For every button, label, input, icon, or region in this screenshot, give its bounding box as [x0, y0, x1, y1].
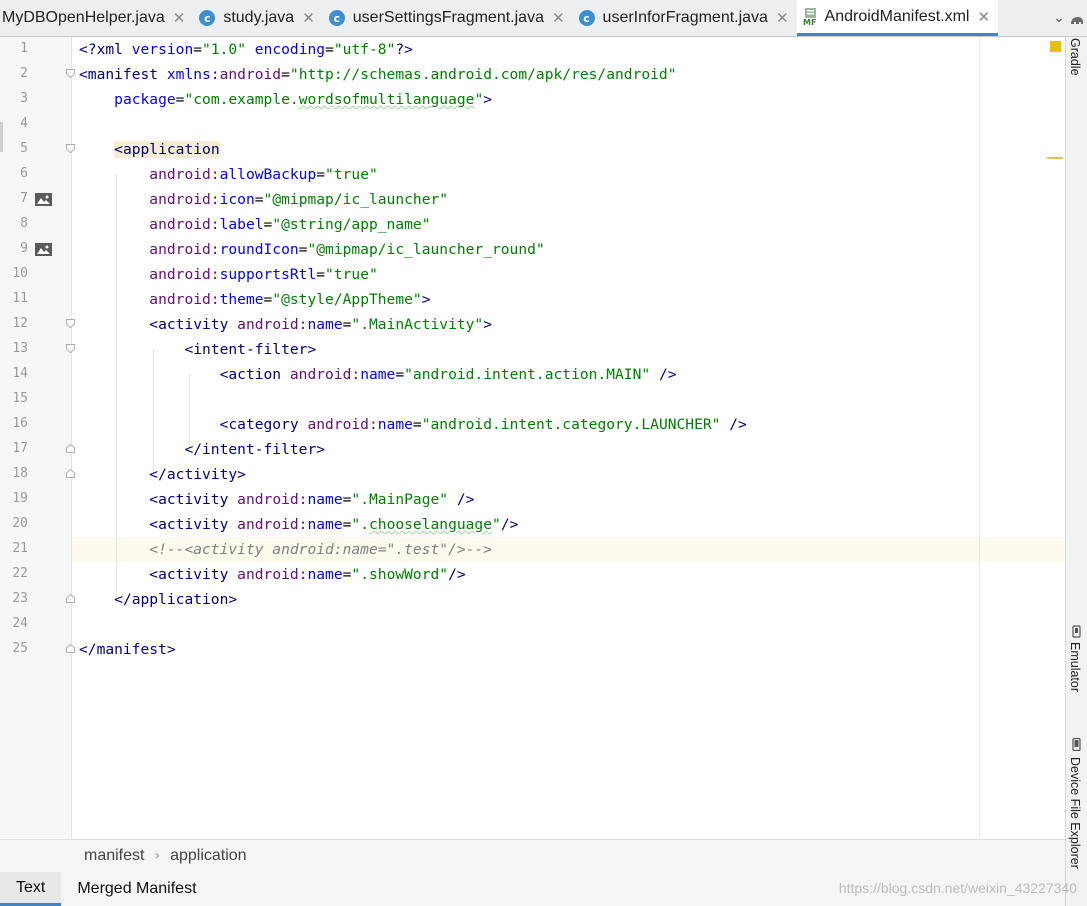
tab-label: MyDBOpenHelper.java — [2, 9, 165, 26]
code-line-1: <?xml version="1.0" encoding="utf-8"?> — [79, 41, 413, 58]
line-number: 14 — [12, 366, 28, 381]
line-number: 7 — [20, 191, 28, 206]
breadcrumb-item-application[interactable]: application — [170, 847, 247, 865]
line-number: 19 — [12, 491, 28, 506]
code-line-23: </application> — [114, 591, 238, 608]
tab-mydbopenhelper[interactable]: MyDBOpenHelper.java ✕ — [0, 0, 193, 36]
line-number: 25 — [12, 641, 28, 656]
emulator-icon[interactable] — [1070, 625, 1083, 638]
warning-stripe-marker[interactable] — [1047, 157, 1063, 159]
tab-usersettingsfragment[interactable]: c userSettingsFragment.java ✕ — [323, 0, 573, 36]
line-number: 18 — [12, 466, 28, 481]
tab-label: userInforFragment.java — [602, 9, 768, 26]
line-number: 13 — [12, 341, 28, 356]
tab-study[interactable]: c study.java ✕ — [193, 0, 322, 36]
breadcrumb: manifest › application — [0, 839, 1065, 872]
java-class-icon: c — [578, 10, 595, 26]
code-line-16: <category android:name="android.intent.c… — [219, 416, 747, 433]
line-number: 12 — [12, 316, 28, 331]
close-icon[interactable]: ✕ — [776, 9, 789, 27]
tab-label: study.java — [223, 9, 295, 26]
code-line-12: <activity android:name=".MainActivity"> — [149, 316, 493, 333]
breadcrumb-separator: › — [154, 848, 161, 864]
close-icon[interactable]: ✕ — [977, 8, 990, 26]
code-line-11: android:theme="@style/AppTheme"> — [149, 291, 431, 308]
line-number: 17 — [12, 441, 28, 456]
close-icon[interactable]: ✕ — [302, 9, 315, 27]
code-line-14: <action android:name="android.intent.act… — [219, 366, 677, 383]
tab-androidmanifest[interactable]: MF AndroidManifest.xml ✕ — [796, 0, 999, 36]
code-line-6: android:allowBackup="true" — [149, 166, 378, 183]
watermark: https://blog.csdn.net/weixin_43227340 — [838, 880, 1077, 896]
tab-label: userSettingsFragment.java — [352, 9, 544, 26]
close-icon[interactable]: ✕ — [173, 9, 186, 27]
line-number: 2 — [20, 66, 28, 81]
code-line-18: </activity> — [149, 466, 246, 483]
code-line-25: </manifest> — [79, 641, 176, 658]
breadcrumb-item-manifest[interactable]: manifest — [84, 847, 144, 865]
image-preview-icon[interactable] — [35, 193, 52, 206]
image-preview-icon[interactable] — [35, 243, 52, 256]
code-line-10: android:supportsRtl="true" — [149, 266, 378, 283]
editor-tab-bar: MyDBOpenHelper.java ✕ c study.java ✕ c u… — [0, 0, 1087, 37]
code-line-19: <activity android:name=".MainPage" /> — [149, 491, 475, 508]
code-line-2: <manifest xmlns:android="http://schemas.… — [79, 66, 677, 83]
code-line-8: android:label="@string/app_name" — [149, 216, 431, 233]
tab-label: AndroidManifest.xml — [824, 7, 970, 25]
device-file-explorer-icon[interactable] — [1070, 738, 1083, 751]
java-class-icon: c — [328, 10, 345, 26]
line-number: 21 — [12, 541, 28, 556]
manifest-icon-text: MF — [803, 18, 816, 26]
line-number: 4 — [20, 116, 28, 131]
line-number: 1 — [20, 41, 28, 56]
line-number: 8 — [20, 216, 28, 231]
line-number: 11 — [12, 291, 28, 306]
close-icon[interactable]: ✕ — [552, 9, 565, 27]
code-editor[interactable]: <?xml version="1.0" encoding="utf-8"?> <… — [72, 37, 1065, 839]
line-number: 20 — [12, 516, 28, 531]
line-number: 22 — [12, 566, 28, 581]
line-number: 10 — [12, 266, 28, 281]
code-line-5: <application — [114, 141, 220, 158]
line-number: 9 — [20, 241, 28, 256]
tab-text[interactable]: Text — [0, 872, 62, 906]
gradle-panel-toggle[interactable]: Gradle — [1068, 38, 1082, 76]
code-line-7: android:icon="@mipmap/ic_launcher" — [149, 191, 449, 208]
code-line-22: <activity android:name=".showWord"/> — [149, 566, 466, 583]
code-line-3: package="com.example.wordsofmultilanguag… — [114, 91, 493, 108]
line-number: 24 — [12, 616, 28, 631]
code-line-9: android:roundIcon="@mipmap/ic_launcher_r… — [149, 241, 545, 258]
tab-merged-manifest[interactable]: Merged Manifest — [61, 872, 212, 906]
warning-status-icon[interactable] — [1050, 41, 1061, 52]
line-number: 16 — [12, 416, 28, 431]
line-number: 15 — [12, 391, 28, 406]
line-number: 23 — [12, 591, 28, 606]
emulator-panel-toggle[interactable]: Emulator — [1068, 642, 1082, 692]
code-line-21: <!--<activity android:name=".test"/>--> — [149, 541, 492, 558]
line-number: 3 — [20, 91, 28, 106]
line-number: 5 — [20, 141, 28, 156]
code-line-20: <activity android:name=".chooselanguage"… — [149, 516, 519, 533]
editor-gutter: 1 2 3 4 5 6 7 8 9 10 11 12 13 14 15 16 1… — [0, 37, 75, 839]
tab-userinforfragment[interactable]: c userInforFragment.java ✕ — [573, 0, 797, 36]
line-number: 6 — [20, 166, 28, 181]
manifest-file-icon: MF — [803, 7, 819, 27]
java-class-icon: c — [199, 10, 216, 26]
device-file-explorer-panel-toggle[interactable]: Device File Explorer — [1068, 757, 1082, 869]
code-line-17: </intent-filter> — [184, 441, 326, 458]
code-line-13: <intent-filter> — [184, 341, 317, 358]
gradle-elephant-icon[interactable] — [1070, 14, 1084, 28]
right-margin-guide — [979, 37, 980, 839]
